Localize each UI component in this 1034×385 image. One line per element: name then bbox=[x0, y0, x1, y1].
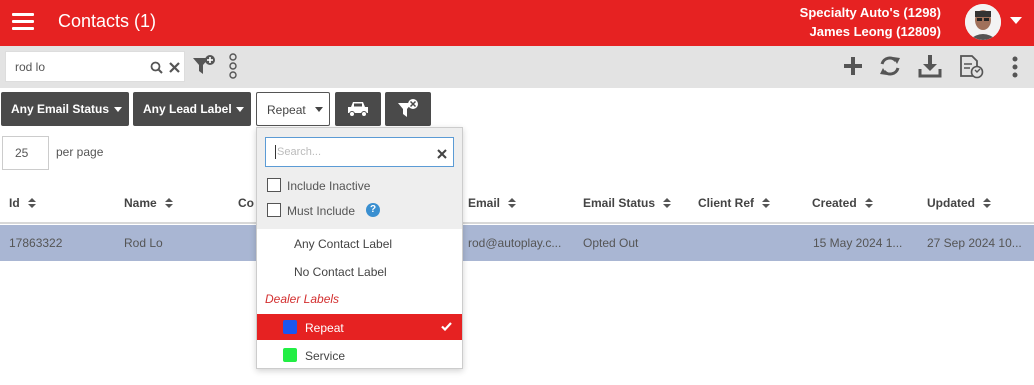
add-icon[interactable] bbox=[843, 56, 863, 76]
option-label-repeat[interactable]: Repeat bbox=[257, 314, 462, 340]
column-header-email-status[interactable]: Email Status bbox=[583, 196, 672, 210]
car-icon bbox=[348, 102, 368, 117]
column-header-id[interactable]: Id bbox=[9, 196, 36, 210]
help-icon[interactable]: ? bbox=[366, 203, 380, 217]
more-options-icon[interactable] bbox=[1011, 56, 1019, 78]
dealer-labels-group-heading: Dealer Labels bbox=[265, 292, 340, 306]
clear-search-icon[interactable] bbox=[169, 62, 180, 73]
column-header-email[interactable]: Email bbox=[468, 196, 517, 210]
email-status-filter[interactable]: Any Email Status bbox=[1, 92, 129, 126]
per-page-input[interactable]: 25 bbox=[2, 136, 49, 170]
column-options-icon[interactable] bbox=[228, 53, 238, 79]
column-header-client-ref[interactable]: Client Ref bbox=[698, 196, 771, 210]
column-header-updated[interactable]: Updated bbox=[927, 196, 991, 210]
refresh-icon[interactable] bbox=[879, 55, 901, 77]
sort-icon bbox=[27, 198, 36, 208]
sort-icon bbox=[983, 198, 991, 208]
include-inactive-label: Include Inactive bbox=[287, 179, 371, 193]
per-page-label: per page bbox=[56, 145, 104, 159]
sort-icon bbox=[164, 198, 173, 208]
include-inactive-checkbox[interactable] bbox=[267, 178, 281, 192]
chevron-down-icon bbox=[315, 107, 323, 112]
toolbar: rod lo bbox=[0, 46, 1034, 88]
option-any-contact-label[interactable]: Any Contact Label bbox=[257, 230, 462, 256]
text-cursor bbox=[275, 145, 276, 159]
download-icon[interactable] bbox=[918, 54, 942, 78]
chevron-down-icon bbox=[236, 107, 244, 112]
account-menu-caret-icon[interactable] bbox=[1010, 17, 1022, 24]
label-color-swatch bbox=[283, 320, 297, 334]
must-include-label: Must Include bbox=[287, 204, 356, 218]
table-header-divider bbox=[0, 222, 1034, 224]
contact-label-filter[interactable]: Repeat bbox=[256, 92, 330, 126]
menu-icon[interactable] bbox=[12, 13, 34, 31]
export-report-icon[interactable] bbox=[958, 54, 984, 80]
cell-created: 15 May 2024 1... bbox=[813, 236, 903, 250]
must-include-checkbox[interactable] bbox=[267, 203, 281, 217]
sort-icon bbox=[864, 198, 873, 208]
column-header-name[interactable]: Name bbox=[124, 196, 173, 210]
label-color-swatch bbox=[283, 348, 297, 362]
add-filter-icon[interactable] bbox=[192, 55, 216, 77]
option-label-service[interactable]: Service bbox=[257, 342, 462, 368]
cell-updated: 27 Sep 2024 10... bbox=[927, 236, 1022, 250]
clear-search-icon[interactable] bbox=[437, 149, 447, 159]
page-title: Contacts (1) bbox=[58, 11, 157, 31]
user-name: James Leong (12809) bbox=[809, 24, 941, 39]
cell-name: Rod Lo bbox=[124, 236, 163, 250]
option-no-contact-label[interactable]: No Contact Label bbox=[257, 258, 462, 284]
sort-icon bbox=[663, 198, 672, 208]
avatar[interactable] bbox=[965, 4, 1001, 40]
dealer-name: Specialty Auto's (1298) bbox=[799, 5, 941, 20]
checkmark-icon bbox=[441, 322, 452, 331]
search-icon[interactable] bbox=[150, 61, 163, 74]
lead-label-filter[interactable]: Any Lead Label bbox=[133, 92, 251, 126]
cell-email-status: Opted Out bbox=[583, 236, 639, 250]
dropdown-search-input[interactable]: Search... bbox=[265, 137, 454, 167]
cell-id: 17863322 bbox=[9, 236, 63, 250]
app-header: Contacts (1) Specialty Auto's (1298) Jam… bbox=[0, 0, 1034, 46]
column-header-contact[interactable]: Co bbox=[238, 196, 254, 210]
contact-label-dropdown: Search... Include Inactive Must Include … bbox=[256, 127, 463, 369]
dropdown-header: Search... Include Inactive Must Include … bbox=[257, 128, 462, 229]
vehicle-filter-button[interactable] bbox=[335, 92, 381, 126]
clear-filters-button[interactable] bbox=[385, 92, 431, 126]
search-input[interactable]: rod lo bbox=[5, 51, 185, 82]
cell-email: rod@autoplay.c... bbox=[468, 236, 562, 250]
column-header-created[interactable]: Created bbox=[812, 196, 873, 210]
chevron-down-icon bbox=[114, 107, 122, 112]
sort-icon bbox=[508, 198, 517, 208]
clear-filter-icon bbox=[398, 99, 418, 117]
sort-icon bbox=[762, 198, 771, 208]
